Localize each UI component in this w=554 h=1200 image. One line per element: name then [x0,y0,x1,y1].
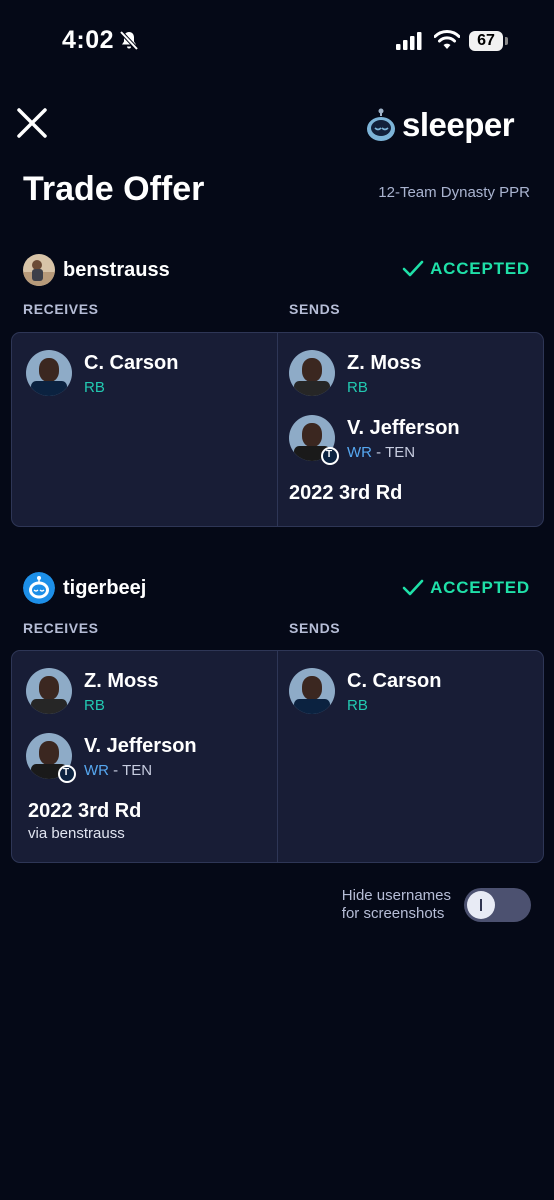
player-position: WR - TEN [84,762,197,779]
status-text: ACCEPTED [430,578,530,597]
player-row[interactable]: Z. Moss RB [26,668,158,714]
page-title: Trade Offer [23,170,205,208]
position-tag: RB [347,379,368,396]
player-row[interactable]: V. Jefferson WR - TEN [26,733,197,783]
player-headshot [26,350,72,396]
draft-pick[interactable]: 2022 3rd Rd [28,800,141,823]
status-text: ACCEPTED [430,259,530,278]
player-name: V. Jefferson [347,417,460,439]
titans-logo-icon [321,447,339,465]
status-time: 4:02 [62,26,115,54]
avatar [23,572,55,604]
card-divider [277,651,278,862]
player-name: V. Jefferson [84,735,197,757]
player-name: C. Carson [84,352,179,374]
trade-card: Z. Moss RB V. Jefferson WR - TEN 2022 3r… [11,650,544,863]
player-headshot [289,668,335,714]
receives-label: RECEIVES [23,301,99,317]
player-headshot [289,350,335,396]
status-badge: ACCEPTED [402,578,530,598]
close-icon[interactable] [16,107,48,139]
sends-label: SENDS [289,301,341,317]
status-badge: ACCEPTED [402,259,530,279]
card-divider [277,333,278,526]
checkmark-icon [402,579,424,596]
battery-tip [505,37,508,45]
player-row[interactable]: V. Jefferson WR - TEN [289,415,460,465]
brand-name: sleeper [402,106,515,143]
player-row[interactable]: C. Carson RB [289,668,441,714]
player-position: RB [347,379,421,396]
player-name: Z. Moss [347,352,422,374]
team-tag: - TEN [113,762,153,779]
player-position: RB [347,697,441,714]
username: benstrauss [63,258,170,281]
league-name: 12-Team Dynasty PPR [378,184,530,201]
cellular-signal-icon [396,32,424,55]
position-tag: WR [347,444,372,461]
position-tag: RB [84,379,105,396]
player-position: RB [84,379,178,396]
player-name: C. Carson [347,670,442,692]
trade-card: C. Carson RB Z. Moss RB V. Jefferson WR … [11,332,544,527]
user-row-tigerbeej[interactable]: tigerbeej [23,572,146,604]
draft-pick-origin: via benstrauss [28,825,125,842]
sleeper-logo: sleeper [366,106,515,144]
username: tigerbeej [63,576,147,599]
position-tag: WR [84,762,109,779]
player-row[interactable]: C. Carson RB [26,350,178,396]
receives-label: RECEIVES [23,620,99,636]
toggle-knob [467,891,495,919]
toggle-label-line2: for screenshots [341,905,445,922]
player-position: WR - TEN [347,444,460,461]
player-row[interactable]: Z. Moss RB [289,350,421,396]
position-tag: RB [347,697,368,714]
avatar [23,254,55,286]
titans-logo-icon [58,765,76,783]
toggle-label-line1: Hide usernames [341,887,451,904]
bell-muted-icon [118,30,140,57]
hide-usernames-label: Hide usernames for screenshots [342,887,451,923]
user-row-benstrauss[interactable]: benstrauss [23,254,170,286]
player-headshot [26,733,76,783]
hide-usernames-toggle[interactable] [464,888,531,922]
player-position: RB [84,697,158,714]
wifi-icon [433,29,461,56]
player-headshot [289,415,339,465]
sleeper-mascot-icon [367,108,395,141]
position-tag: RB [84,697,105,714]
team-tag: - TEN [376,444,416,461]
draft-pick[interactable]: 2022 3rd Rd [289,482,402,505]
player-name: Z. Moss [84,670,159,692]
player-headshot [26,668,72,714]
sends-label: SENDS [289,620,341,636]
checkmark-icon [402,260,424,277]
battery-icon: 67 [469,31,503,51]
